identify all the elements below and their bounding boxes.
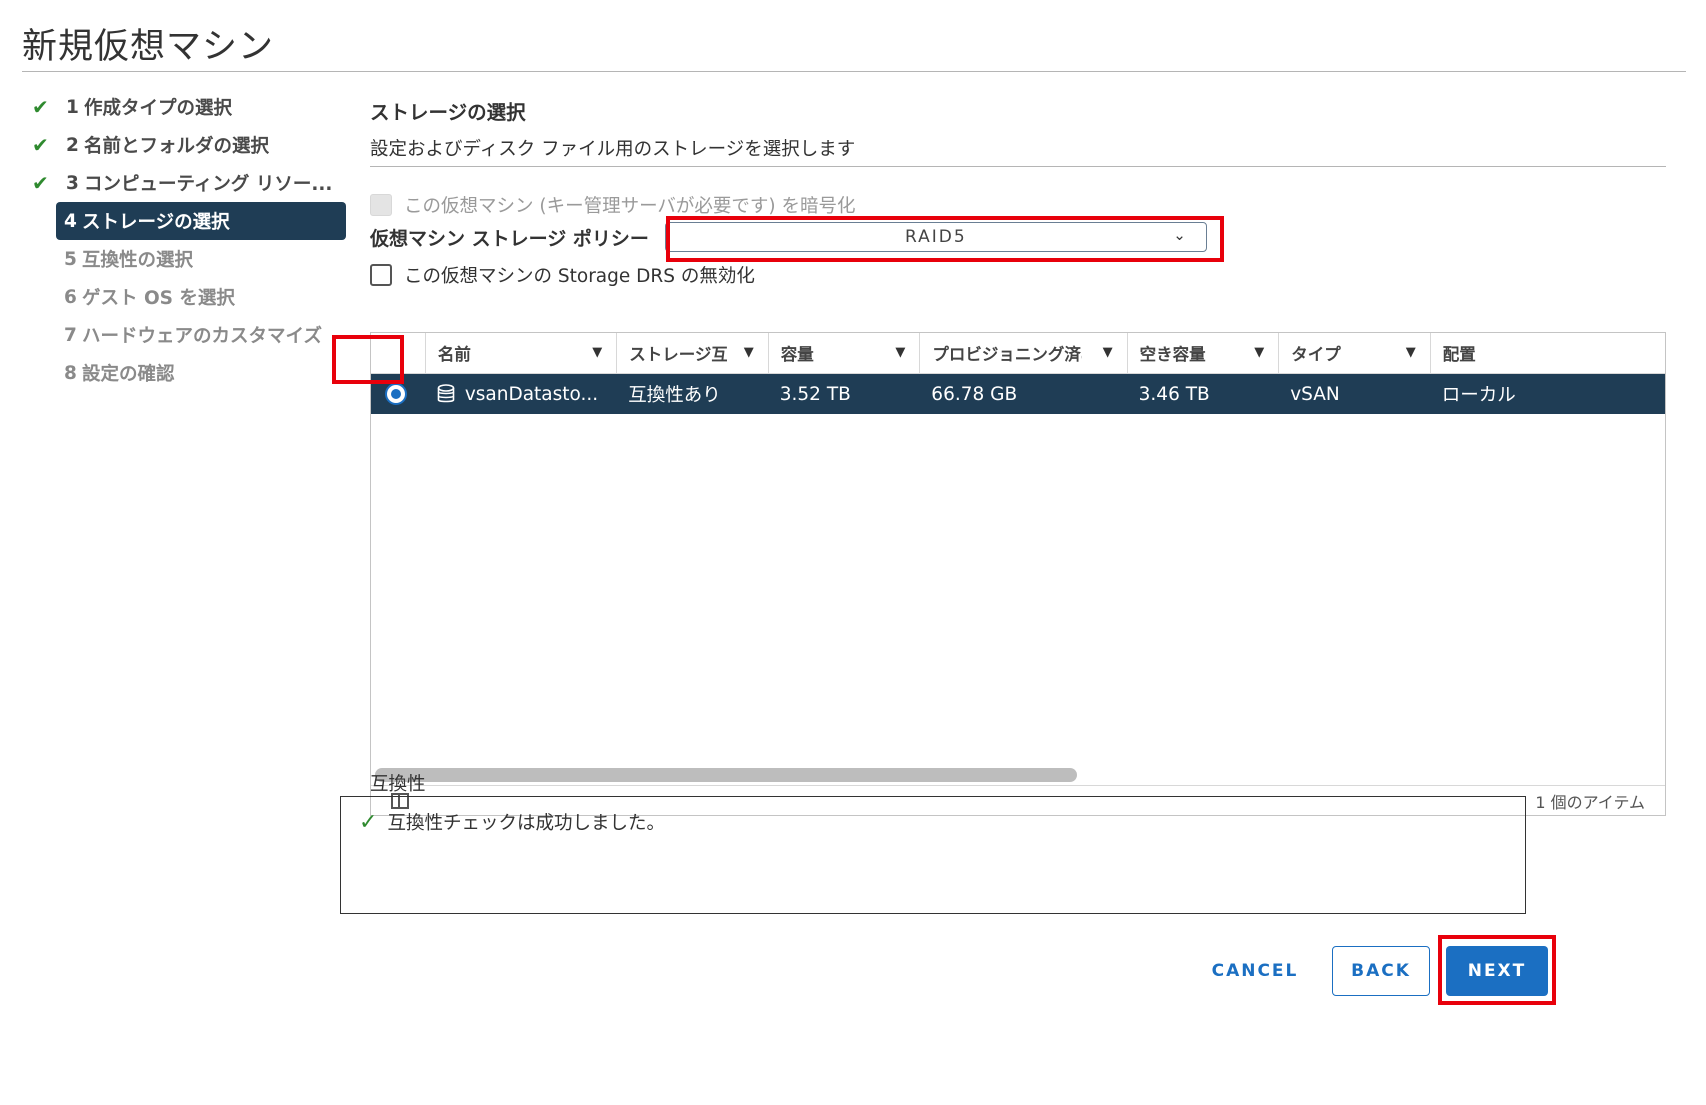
column-header-compat[interactable]: ストレージ互 ▼	[616, 333, 768, 373]
title-divider	[22, 71, 1686, 72]
step-7: 7 ハードウェアのカスタマイズ	[30, 316, 346, 354]
check-icon: ✔	[32, 171, 49, 195]
column-header-placement[interactable]: 配置	[1429, 333, 1665, 373]
column-header-capacity[interactable]: 容量 ▼	[767, 333, 920, 373]
wizard-title: 新規仮想マシン	[22, 27, 275, 67]
filter-icon[interactable]: ▼	[1254, 345, 1264, 360]
step-label: コンピューティング リソー...	[84, 174, 333, 195]
step-1[interactable]: ✔ 1 作成タイプの選択	[30, 88, 346, 126]
step-2[interactable]: ✔ 2 名前とフォルダの選択	[30, 126, 346, 164]
disable-drs-checkbox[interactable]	[370, 264, 392, 286]
step-label: 互換性の選択	[82, 250, 194, 271]
step-label: ゲスト OS を選択	[82, 288, 235, 309]
disable-drs-label: この仮想マシンの Storage DRS の無効化	[404, 266, 755, 287]
encrypt-checkbox	[370, 194, 392, 216]
cancel-button[interactable]: CANCEL	[1196, 946, 1314, 996]
step-label: ストレージの選択	[82, 212, 230, 233]
encrypt-option: この仮想マシン (キー管理サーバが必要です) を暗号化	[370, 192, 856, 218]
column-header-free[interactable]: 空き容量 ▼	[1126, 333, 1279, 373]
step-label: 名前とフォルダの選択	[84, 136, 270, 157]
datastore-icon	[437, 384, 455, 403]
cell-name: vsanDatasto...	[425, 374, 616, 414]
column-header-name[interactable]: 名前 ▼	[424, 333, 616, 373]
highlight-policy	[666, 216, 1224, 262]
section-description: 設定およびディスク ファイル用のストレージを選択します	[370, 139, 856, 160]
cell-type: vSAN	[1290, 383, 1340, 405]
storage-policy-label: 仮想マシン ストレージ ポリシー	[370, 227, 649, 250]
item-count: 1 個のアイテム	[1535, 793, 1645, 812]
back-button[interactable]: BACK	[1332, 946, 1430, 996]
step-6: 6 ゲスト OS を選択	[30, 278, 346, 316]
check-icon: ✓	[359, 809, 378, 835]
horizontal-scrollbar[interactable]	[375, 768, 1077, 782]
encrypt-label: この仮想マシン (キー管理サーバが必要です) を暗号化	[404, 196, 856, 217]
check-icon: ✔	[32, 133, 49, 157]
check-icon: ✔	[32, 95, 49, 119]
storage-panel: ストレージの選択 設定およびディスク ファイル用のストレージを選択します この仮…	[370, 92, 1666, 816]
step-5: 5 互換性の選択	[30, 240, 346, 278]
grid-header: 名前 ▼ ストレージ互 ▼ 容量 ▼ プロビジョニング済み ▼ 空き容量 ▼ タ…	[371, 333, 1665, 374]
filter-icon[interactable]: ▼	[1406, 345, 1416, 360]
step-label: ハードウェアのカスタマイズ	[82, 326, 322, 347]
compatibility-box: ✓ 互換性チェックは成功しました。	[340, 796, 1526, 914]
cell-free: 3.46 TB	[1138, 383, 1210, 405]
step-4-active[interactable]: 4 ストレージの選択	[56, 202, 346, 240]
cell-compat: 互換性あり	[628, 385, 721, 406]
highlight-next	[1438, 935, 1556, 1005]
section-divider	[370, 166, 1666, 167]
filter-icon[interactable]: ▼	[592, 345, 602, 360]
datastore-grid: 名前 ▼ ストレージ互 ▼ 容量 ▼ プロビジョニング済み ▼ 空き容量 ▼ タ…	[370, 332, 1666, 816]
drs-option: この仮想マシンの Storage DRS の無効化	[370, 262, 755, 288]
section-title: ストレージの選択	[370, 101, 526, 124]
row-radio[interactable]	[385, 383, 407, 405]
wizard-steps: ✔ 1 作成タイプの選択 ✔ 2 名前とフォルダの選択 ✔ 3 コンピューティン…	[30, 88, 346, 392]
step-label: 作成タイプの選択	[84, 98, 233, 119]
step-8: 8 設定の確認	[30, 354, 346, 392]
compatibility-label: 互換性	[370, 774, 426, 795]
filter-icon[interactable]: ▼	[744, 345, 754, 360]
compatibility-message: ✓ 互換性チェックは成功しました。	[359, 809, 665, 835]
cell-placement: ローカル	[1441, 385, 1516, 406]
highlight-radio	[332, 335, 404, 384]
column-header-type[interactable]: タイプ ▼	[1278, 333, 1430, 373]
cell-provisioned: 66.78 GB	[931, 383, 1018, 405]
column-header-provisioned[interactable]: プロビジョニング済み ▼	[919, 333, 1126, 373]
cell-capacity: 3.52 TB	[779, 383, 851, 405]
step-label: 設定の確認	[82, 364, 175, 385]
step-3[interactable]: ✔ 3 コンピューティング リソー...	[30, 164, 346, 202]
filter-icon[interactable]: ▼	[1103, 345, 1113, 360]
table-row-selected[interactable]: vsanDatasto... 互換性あり 3.52 TB 66.78 GB 3.…	[371, 374, 1665, 414]
filter-icon[interactable]: ▼	[895, 345, 905, 360]
